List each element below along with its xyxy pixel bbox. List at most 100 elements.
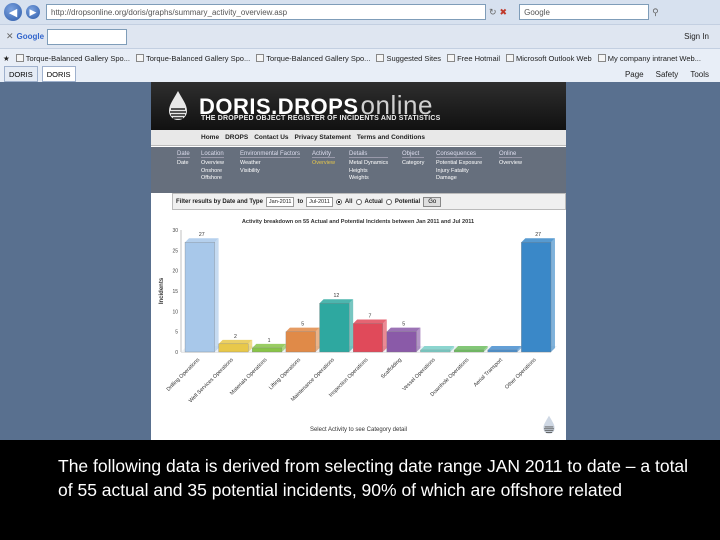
y-tick-label: 25 xyxy=(172,248,178,254)
menu-item[interactable]: Overview xyxy=(312,160,335,168)
slide-caption: The following data is derived from selec… xyxy=(58,456,689,500)
bar-top xyxy=(185,238,219,243)
close-toolbar-icon[interactable]: ✕ xyxy=(6,31,14,42)
safety-menu[interactable]: Safety xyxy=(653,66,682,82)
from-date-select[interactable]: Jan-2011 xyxy=(265,196,295,207)
bar xyxy=(218,343,249,353)
page-icon xyxy=(597,54,606,62)
radio-actual-label: Actual xyxy=(364,198,383,205)
nav-privacy[interactable]: Privacy Statement xyxy=(295,134,351,141)
tab-doris-2[interactable]: DORIS xyxy=(41,66,76,82)
bar xyxy=(420,349,451,353)
site-header: DORIS.DROPSonline THE DROPPED OBJECT REG… xyxy=(151,82,566,130)
bar xyxy=(252,347,283,353)
category-label: Scaffolding xyxy=(380,357,403,380)
bar xyxy=(487,349,518,353)
y-tick-label: 10 xyxy=(172,309,178,315)
data-label: 27 xyxy=(199,232,205,238)
stop-icon[interactable]: ✖ xyxy=(500,7,508,18)
menu-item[interactable]: Category xyxy=(402,160,424,168)
menu-item[interactable]: Weather xyxy=(240,160,300,168)
data-label: 5 xyxy=(301,322,304,328)
date-type-filter: Filter results by Date and Type Jan-2011… xyxy=(172,193,566,210)
google-toolbar-row: ✕ Google Sign In xyxy=(0,24,720,48)
menu-item[interactable]: Date xyxy=(177,160,190,168)
toolbar-search-input[interactable] xyxy=(47,28,128,45)
browser-chrome: ◀ ▶ http://dropsonline.org/doris/graphs/… xyxy=(0,0,720,82)
search-engine-label: Google xyxy=(524,7,550,17)
bar xyxy=(184,242,215,353)
bar-side xyxy=(315,327,320,352)
bar-side xyxy=(349,299,354,352)
favorite-item[interactable]: Torque-Balanced Gallery Spo... xyxy=(133,54,253,63)
page-icon xyxy=(506,54,514,62)
refresh-icon[interactable]: ↻ xyxy=(489,7,497,18)
nav-home[interactable]: Home xyxy=(201,134,219,141)
menu-item[interactable]: Metal Dynamics xyxy=(349,160,388,168)
y-tick-label: 30 xyxy=(172,228,178,234)
menu-item[interactable]: Overview xyxy=(499,160,522,168)
search-icon[interactable]: ⚲ xyxy=(652,7,659,18)
page-menu[interactable]: Page xyxy=(622,66,647,82)
favorites-bar: ★ Torque-Balanced Gallery Spo... Torque-… xyxy=(0,51,720,65)
category-label: Other Operations xyxy=(504,357,538,391)
radio-actual[interactable] xyxy=(355,198,362,205)
category-label: Drilling Operations xyxy=(166,357,202,393)
sign-in-link[interactable]: Sign In xyxy=(681,29,712,45)
data-label: 12 xyxy=(333,293,339,299)
bar-top xyxy=(454,346,488,350)
menu-item[interactable]: Weights xyxy=(349,175,388,183)
menu-column-date: Date Date xyxy=(177,151,190,168)
menu-item[interactable]: Heights xyxy=(349,168,388,176)
menu-column-object: Object Category xyxy=(402,151,425,168)
favorite-item[interactable]: Microsoft Outlook Web xyxy=(503,54,595,63)
favorites-and-tabs-row: ★ Torque-Balanced Gallery Spo... Torque-… xyxy=(0,48,720,82)
favorite-item[interactable]: Torque-Balanced Gallery Spo... xyxy=(13,54,133,63)
go-button[interactable]: Go xyxy=(423,196,442,207)
site-nav: Home DROPS Contact Us Privacy Statement … xyxy=(151,130,566,146)
forward-arrow-icon[interactable]: ▶ xyxy=(26,5,40,19)
radio-all[interactable] xyxy=(335,198,342,205)
nav-drops[interactable]: DROPS xyxy=(225,134,248,141)
favorite-item[interactable]: My company intranet Web... xyxy=(595,54,704,63)
menu-item[interactable]: Damage xyxy=(436,175,482,183)
search-box[interactable]: Google xyxy=(519,4,650,20)
tab-doris-1[interactable]: DORIS xyxy=(4,66,38,82)
filter-label: Filter results by Date and Type xyxy=(176,198,263,205)
menu-item[interactable]: Potential Exposure xyxy=(436,160,482,168)
radio-potential[interactable] xyxy=(385,198,392,205)
menu-item[interactable]: Injury Fatality xyxy=(436,168,482,176)
menu-item[interactable]: Onshore xyxy=(201,168,224,176)
site-tagline: THE DROPPED OBJECT REGISTER OF INCIDENTS… xyxy=(201,115,441,122)
data-label: 2 xyxy=(234,334,237,340)
bar xyxy=(453,349,484,353)
bar-top xyxy=(420,346,455,350)
tools-menu[interactable]: Tools xyxy=(687,66,712,82)
favorite-item[interactable]: Free Hotmail xyxy=(444,54,503,63)
favorite-item[interactable]: Torque-Balanced Gallery Spo... xyxy=(253,54,373,63)
bar-top xyxy=(252,343,286,348)
to-date-select[interactable]: Jul-2011 xyxy=(306,196,333,207)
y-tick-label: 5 xyxy=(175,330,178,336)
data-label: 5 xyxy=(402,322,405,328)
bar-top xyxy=(285,327,320,332)
favorite-item[interactable]: Suggested Sites xyxy=(373,54,444,63)
menu-column-activity: Activity Overview xyxy=(312,151,335,168)
address-bar[interactable]: http://dropsonline.org/doris/graphs/summ… xyxy=(46,4,486,20)
nav-terms[interactable]: Terms and Conditions xyxy=(357,134,425,141)
bar xyxy=(353,323,383,353)
nav-contact-us[interactable]: Contact Us xyxy=(254,134,288,141)
bar xyxy=(319,303,350,353)
menu-item[interactable]: Offshore xyxy=(201,175,224,183)
page-icon xyxy=(256,54,265,62)
menu-item[interactable]: Visibility xyxy=(240,168,300,176)
category-label: Inspection Operations xyxy=(328,357,370,399)
favorites-star-icon[interactable]: ★ xyxy=(0,54,13,63)
menu-item[interactable]: Overview xyxy=(201,160,224,168)
page-icon xyxy=(376,54,385,62)
back-arrow-icon[interactable]: ◀ xyxy=(4,3,22,21)
category-label: Downhole Operations xyxy=(429,357,470,398)
toolbar-logo: Google xyxy=(16,32,45,41)
page-icon xyxy=(135,54,144,62)
activity-breakdown-chart: Activity breakdown on 55 Actual and Pote… xyxy=(159,219,557,404)
